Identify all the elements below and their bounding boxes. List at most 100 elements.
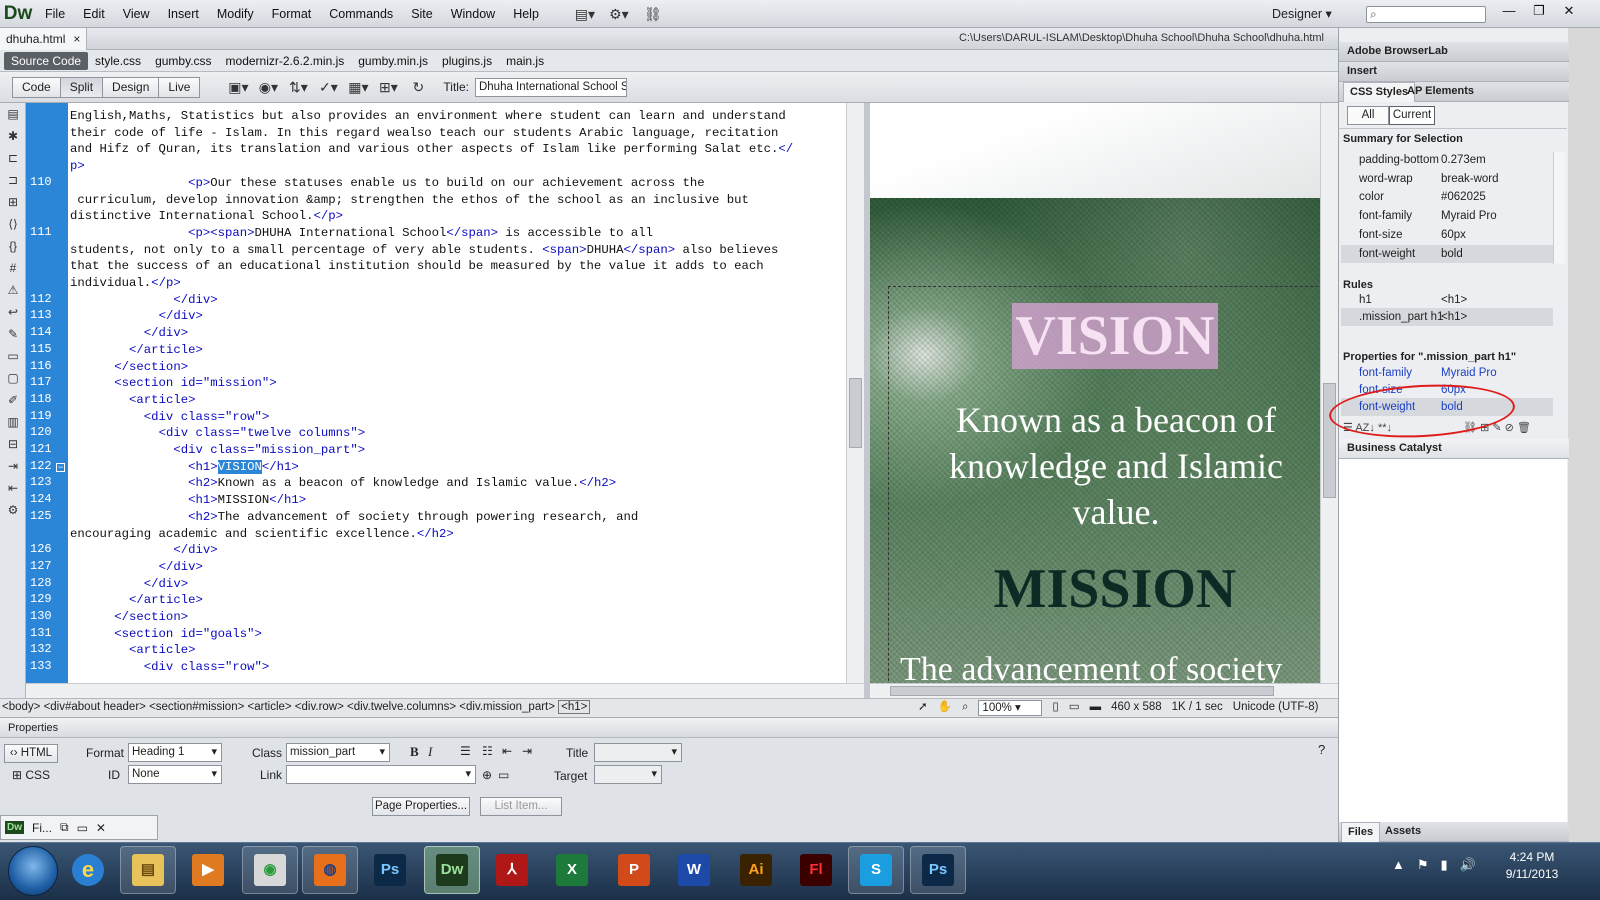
view-code-button[interactable]: Code <box>12 76 61 98</box>
code-line[interactable]: </div> <box>70 308 203 325</box>
taskbar-app[interactable]: Dw <box>424 846 480 894</box>
balance-braces-icon[interactable]: {} <box>2 236 24 256</box>
code-line[interactable]: </section> <box>70 609 188 626</box>
toggle-all-button[interactable]: All <box>1347 106 1389 125</box>
page-title-input[interactable]: Dhuha International School Sy <box>474 77 627 97</box>
line-numbers-icon[interactable]: # <box>2 258 24 278</box>
menu-site[interactable]: Site <box>402 0 442 28</box>
point-to-file-icon[interactable]: ⊕ <box>482 768 492 782</box>
code-line[interactable]: <p>Our these statuses enable us to build… <box>70 175 705 192</box>
related-file[interactable]: gumby.css <box>148 52 218 70</box>
code-line[interactable]: that the success of an educational insti… <box>70 258 764 275</box>
multiscreen-icon[interactable]: ▣▾ <box>225 77 251 97</box>
apply-comment-icon[interactable]: ▭ <box>2 346 24 366</box>
minimized-window[interactable]: Dw Fi... ⧉ ▭ ✕ <box>0 815 158 840</box>
code-line[interactable]: students, not only to a small percentage… <box>70 242 778 259</box>
code-line[interactable]: </div> <box>70 559 203 576</box>
network-icon[interactable]: ⚑ <box>1417 857 1429 873</box>
tag-selector[interactable]: <body> <div#about header> <section#missi… <box>2 699 591 716</box>
mobile-size-icon[interactable]: ▯ <box>1052 699 1058 716</box>
code-line[interactable]: <div class="twelve columns"> <box>70 425 366 442</box>
word-wrap-icon[interactable]: ↩ <box>2 302 24 322</box>
start-button[interactable] <box>8 846 58 896</box>
property-row[interactable]: font-weight bold <box>1341 244 1553 263</box>
select-parent-tag-icon[interactable]: ⟨⟩ <box>2 214 24 234</box>
desktop-size-icon[interactable]: ▬ <box>1090 699 1102 716</box>
related-file[interactable]: plugins.js <box>435 52 499 70</box>
code-line[interactable]: encouraging academic and scientific exce… <box>70 526 454 543</box>
code-line[interactable]: </div> <box>70 325 188 342</box>
menu-commands[interactable]: Commands <box>320 0 402 28</box>
id-select[interactable]: None <box>128 765 222 784</box>
open-documents-icon[interactable]: ▤ <box>2 104 24 124</box>
target-select[interactable] <box>594 765 662 784</box>
preview-browser-icon[interactable]: ◉▾ <box>255 77 281 97</box>
document-tab[interactable]: dhuha.html × <box>0 28 88 50</box>
format-source-icon[interactable]: ⚙ <box>2 500 24 520</box>
menu-help[interactable]: Help <box>504 0 548 28</box>
indent-icon[interactable]: ⇥ <box>2 456 24 476</box>
help-search-input[interactable]: ⌕ <box>1366 6 1486 23</box>
view-live-button[interactable]: Live <box>158 76 201 98</box>
code-line[interactable]: </div> <box>70 542 217 559</box>
tag-path[interactable]: <body> <div#about header> <section#missi… <box>2 701 555 713</box>
menu-view[interactable]: View <box>114 0 159 28</box>
tablet-size-icon[interactable]: ▭ <box>1069 699 1080 716</box>
wrap-tag-icon[interactable]: ✐ <box>2 390 24 410</box>
code-line[interactable]: <div class="row"> <box>70 659 269 676</box>
zoom-select[interactable]: 100% ▾ <box>978 699 1043 716</box>
mini-restore-icon[interactable]: ⧉ <box>60 820 69 835</box>
code-line[interactable]: distinctive International School.</p> <box>70 208 343 225</box>
mini-maximize-icon[interactable]: ▭ <box>77 821 88 835</box>
collapse-marker-icon[interactable]: − <box>56 463 65 472</box>
design-horizontal-scrollbar[interactable] <box>870 683 1338 698</box>
property-row[interactable]: h1 <h1> <box>1341 291 1553 309</box>
taskbar-app[interactable]: ▶ <box>180 846 236 894</box>
current-tag[interactable]: <h1> <box>558 700 591 714</box>
code-line[interactable]: </div> <box>70 292 217 309</box>
code-line[interactable]: <h1>VISION</h1> <box>70 459 299 476</box>
taskbar-app[interactable]: ◉ <box>242 846 298 894</box>
code-line[interactable]: </div> <box>70 576 188 593</box>
code-line[interactable]: <article> <box>70 392 195 409</box>
file-management-icon[interactable]: ⇅▾ <box>285 77 311 97</box>
code-line[interactable]: <p><span>DHUHA International School</spa… <box>70 225 653 242</box>
taskbar-app[interactable]: ▤ <box>120 846 176 894</box>
related-file[interactable]: style.css <box>88 52 148 70</box>
taskbar-app[interactable]: X <box>544 846 600 894</box>
html-mode-button[interactable]: ‹› HTML <box>4 744 58 763</box>
link-input[interactable] <box>286 765 476 784</box>
bold-button[interactable]: B <box>410 744 419 760</box>
code-line[interactable]: </section> <box>70 359 188 376</box>
collapse-full-tag-icon[interactable]: ⊏ <box>2 148 24 168</box>
extend-gear-icon[interactable]: ⚙▾ <box>608 5 630 23</box>
menu-format[interactable]: Format <box>263 0 321 28</box>
page-properties-button[interactable]: Page Properties... <box>372 797 470 816</box>
css-mode-button[interactable]: ⊞ CSS <box>12 768 50 782</box>
design-vertical-scrollbar[interactable] <box>1320 103 1338 683</box>
close-tab-icon[interactable]: × <box>73 32 80 46</box>
code-line[interactable]: their code of life - Islam. In this rega… <box>70 125 778 142</box>
related-file[interactable]: gumby.min.js <box>351 52 435 70</box>
collapse-selection-icon[interactable]: ⊐ <box>2 170 24 190</box>
highlight-invalid-icon[interactable]: ⚠ <box>2 280 24 300</box>
toggle-current-button[interactable]: Current <box>1389 106 1435 125</box>
select-tool-icon[interactable]: ➚ <box>918 699 928 716</box>
code-line[interactable]: <section id="goals"> <box>70 626 262 643</box>
menu-window[interactable]: Window <box>442 0 504 28</box>
panel-tab-files[interactable]: Files <box>1341 822 1381 842</box>
design-hscroll-thumb[interactable] <box>890 686 1274 696</box>
restore-icon[interactable]: ❐ <box>1524 2 1554 20</box>
workspace-switcher[interactable]: Designer ▾ <box>1272 6 1332 21</box>
delete-rule-icon[interactable]: 🗑 <box>1517 422 1531 434</box>
beacon-subheading[interactable]: Known as a beacon of knowledge and Islam… <box>910 397 1320 535</box>
code-line[interactable]: and Hifz of Quran, its translation and v… <box>70 141 793 158</box>
menu-modify[interactable]: Modify <box>208 0 263 28</box>
list-item-button[interactable]: List Item... <box>480 797 562 816</box>
property-row[interactable]: font-size 60px <box>1341 226 1553 244</box>
business-catalyst-header[interactable]: Business Catalyst <box>1339 439 1569 459</box>
clock[interactable]: 4:24 PM 9/11/2013 <box>1500 849 1564 883</box>
code-scroll-thumb[interactable] <box>849 378 862 448</box>
menu-file[interactable]: File <box>36 0 74 28</box>
syntax-coloring-icon[interactable]: ✎ <box>2 324 24 344</box>
